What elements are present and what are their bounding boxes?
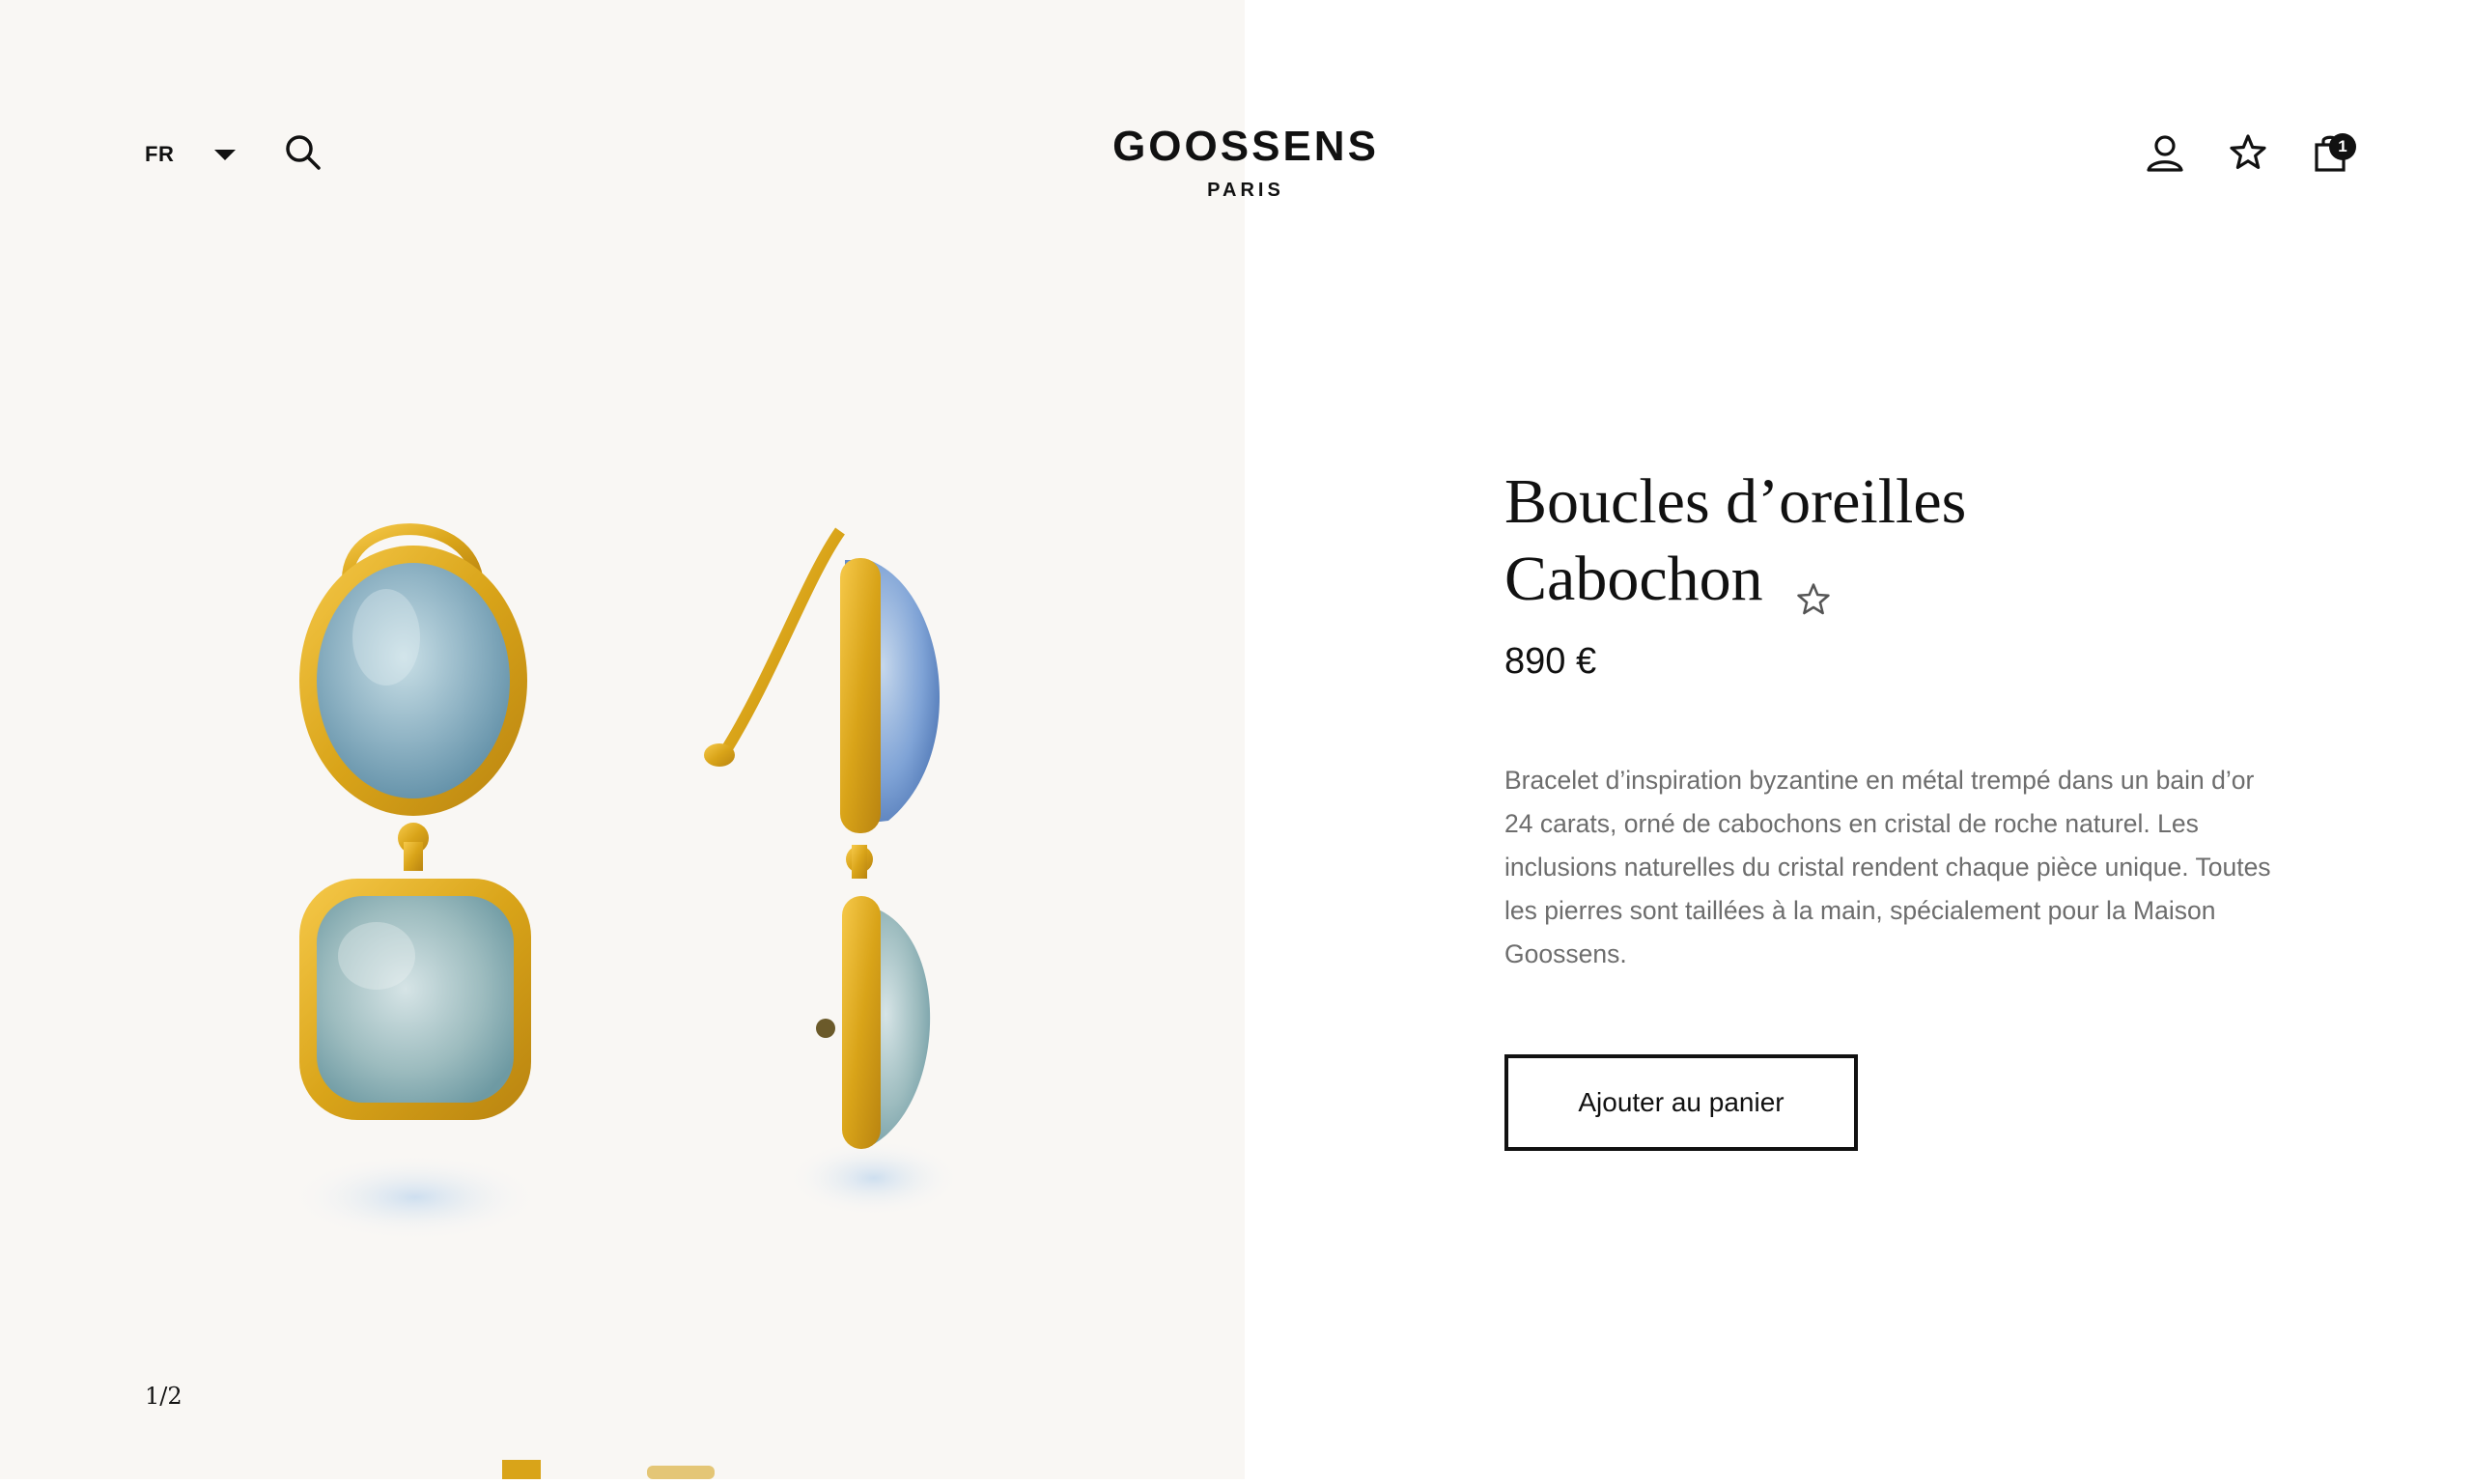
- wishlist-button[interactable]: [2227, 131, 2269, 174]
- product-title-line-1: Boucles d’oreilles: [1504, 466, 1967, 537]
- language-label: FR: [145, 142, 175, 166]
- earrings-illustration: [290, 523, 961, 1241]
- add-to-cart-button[interactable]: Ajouter au panier: [1504, 1054, 1858, 1151]
- product-image[interactable]: [270, 502, 1004, 1274]
- next-image-preview: [502, 1460, 715, 1479]
- star-icon: [2230, 134, 2266, 170]
- brand-logo[interactable]: GOOSSENS PARIS: [1091, 124, 1400, 202]
- product-title-text-2: Cabochon: [1504, 544, 1763, 614]
- search-icon: [286, 135, 321, 170]
- user-icon: [2147, 135, 2183, 172]
- product-title: Boucles d’oreilles Cabochon: [1504, 463, 2180, 618]
- add-to-wishlist-button[interactable]: [1794, 560, 1833, 615]
- logo-wordmark: GOOSSENS: [1112, 123, 1379, 170]
- caret-down-icon: [214, 149, 237, 160]
- product-description: Bracelet d’inspiration byzantine en méta…: [1504, 766, 2271, 968]
- product-title-line-2: Cabochon: [1504, 541, 2180, 618]
- account-button[interactable]: [2144, 131, 2186, 174]
- gallery-pagination: 1/2: [145, 1383, 183, 1410]
- cart-count-badge: 1: [2329, 133, 2356, 160]
- product-info-panel: [1245, 0, 2473, 1479]
- language-selector[interactable]: FR: [145, 137, 237, 172]
- product-price: 890 €: [1504, 641, 1597, 682]
- star-icon: [1796, 583, 1830, 615]
- logo-subtitle: PARIS: [1207, 180, 1284, 201]
- search-button[interactable]: [282, 131, 324, 174]
